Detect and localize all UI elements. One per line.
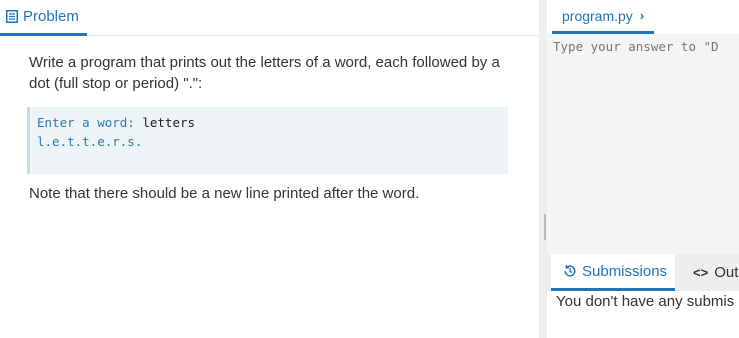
code-editor[interactable] (547, 34, 739, 254)
tab-problem-label: Problem (23, 8, 79, 25)
example-code-block: Enter a word: letters l.e.t.t.e.r.s. (27, 107, 508, 174)
tab-output[interactable]: <> Out (693, 254, 738, 291)
tab-submissions[interactable]: Submissions (551, 254, 676, 291)
code-icon: <> (693, 265, 709, 280)
document-icon (6, 10, 18, 23)
editor-tabbar: program.py › (547, 0, 739, 34)
drag-handle[interactable] (544, 214, 546, 240)
tab-program-file[interactable]: program.py › (552, 0, 655, 34)
chevron-right-icon: › (639, 8, 645, 23)
pane-divider[interactable] (539, 0, 547, 338)
problem-tabbar: Problem (0, 0, 539, 36)
tab-submissions-label: Submissions (582, 262, 668, 280)
no-submissions-message: You don't have any submis (556, 293, 735, 310)
example-input: letters (142, 115, 196, 130)
bottom-tabbar: Submissions <> Out (547, 254, 739, 291)
code-editor-input[interactable] (553, 39, 739, 239)
submissions-panel: You don't have any submis (547, 291, 739, 338)
problem-description: Write a program that prints out the lett… (29, 54, 500, 92)
history-icon (563, 264, 577, 278)
example-prompt: Enter a word: (37, 115, 143, 130)
tab-output-label: Out (714, 264, 739, 281)
example-output: l.e.t.t.e.r.s. (37, 134, 143, 149)
editor-pane: program.py › Submissions <> Out You don'… (547, 0, 739, 338)
tab-file-label: program.py (562, 7, 633, 24)
problem-note: Note that there should be a new line pri… (29, 185, 420, 202)
tab-problem[interactable]: Problem (0, 0, 87, 36)
problem-pane: Problem Write a program that prints out … (0, 0, 539, 338)
